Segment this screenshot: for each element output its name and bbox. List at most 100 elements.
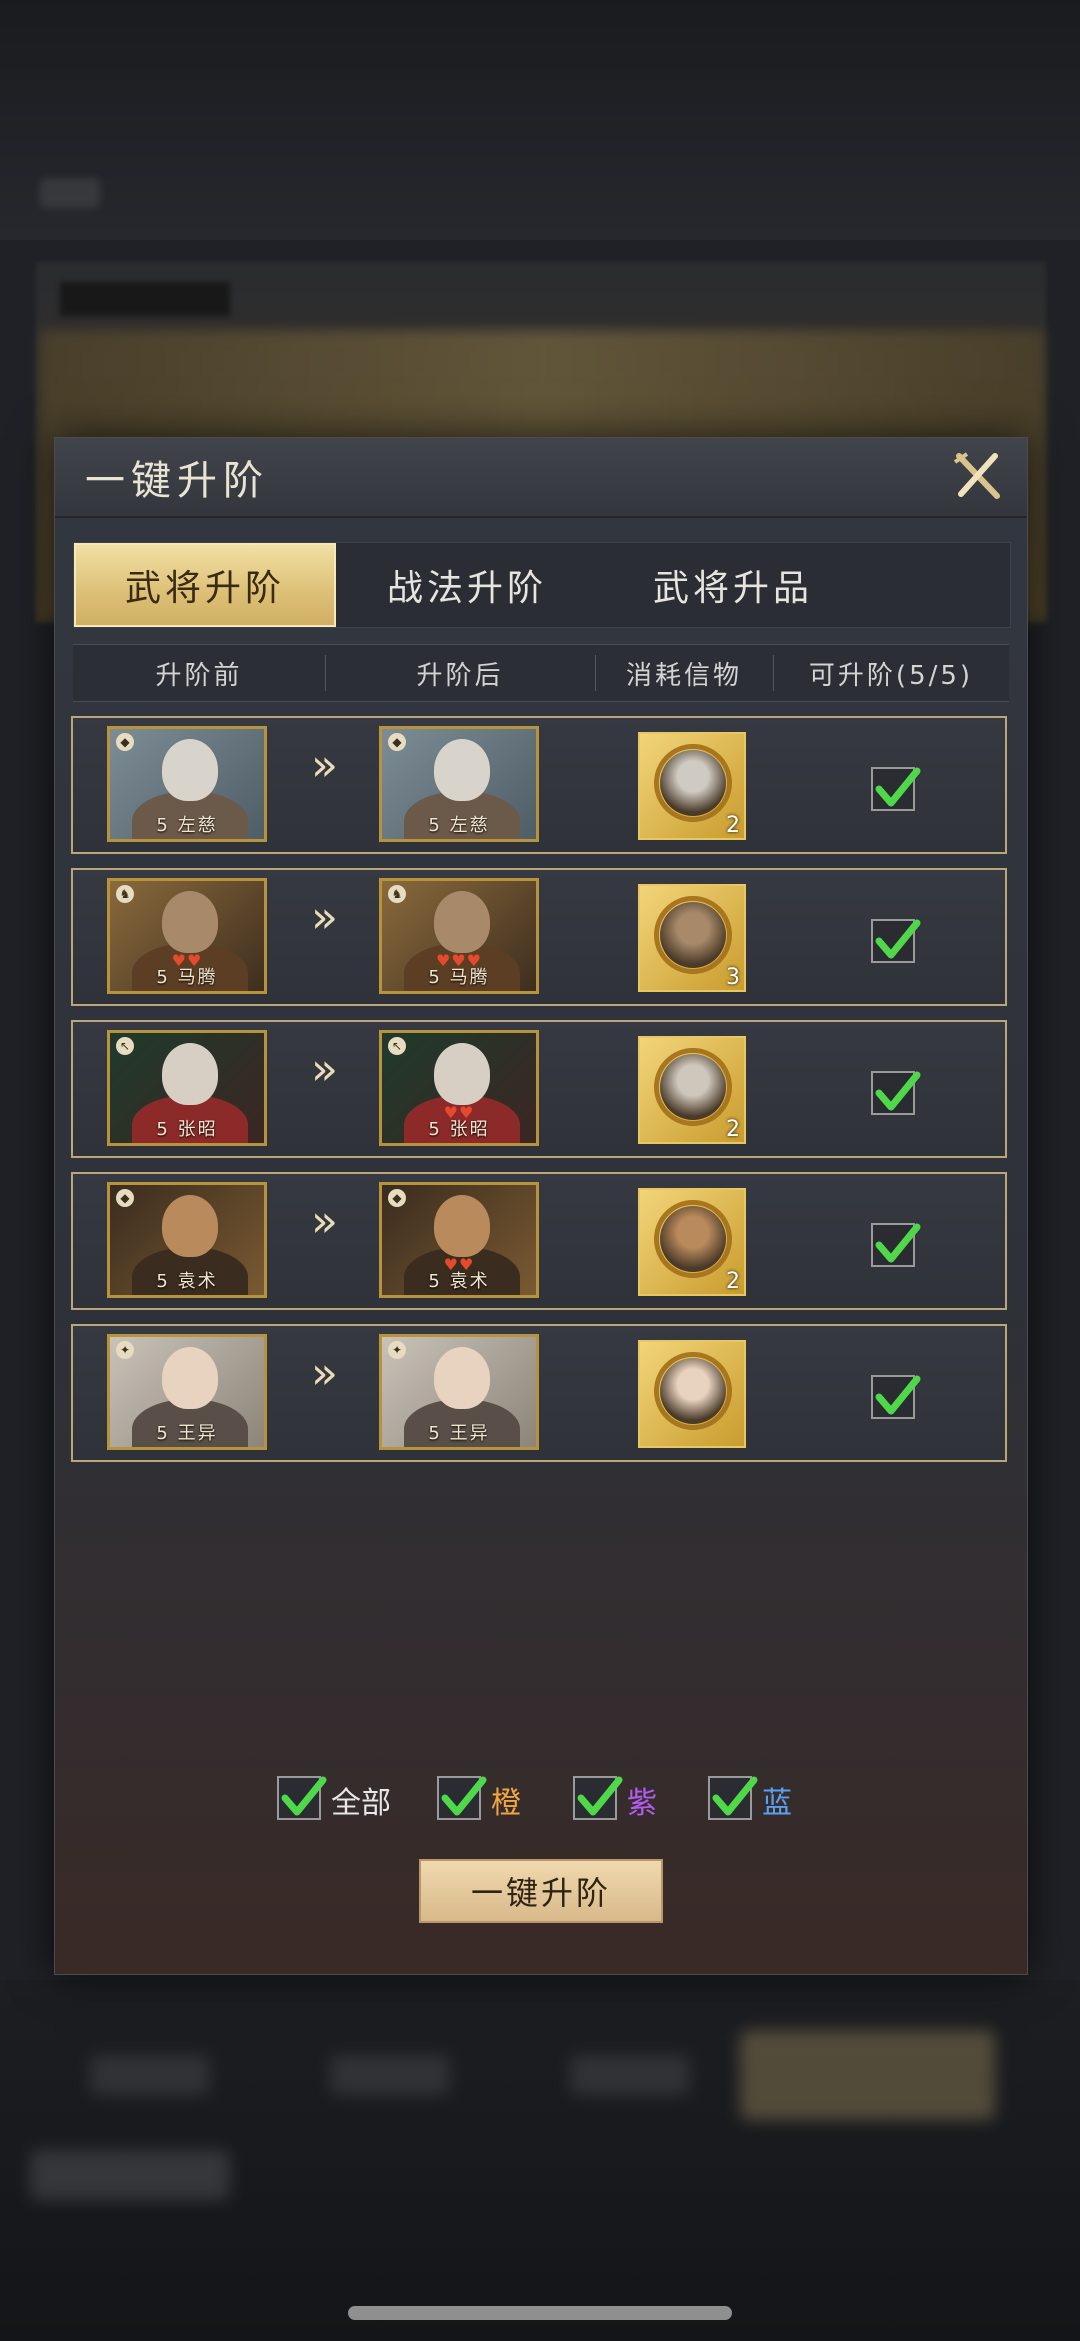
tab-tactic-upgrade[interactable]: 战法升阶 bbox=[336, 543, 598, 627]
close-icon bbox=[953, 452, 1000, 499]
row-checkbox[interactable] bbox=[871, 1375, 921, 1419]
background-tab-blur bbox=[90, 2055, 210, 2095]
general-name-label: 5 王异 bbox=[428, 1423, 490, 1444]
portrait-head bbox=[434, 1195, 490, 1257]
shield-icon: ◆ bbox=[116, 1189, 134, 1207]
card-after[interactable]: ✦ 5 王异 bbox=[379, 1334, 539, 1450]
token-count: 2 bbox=[726, 1117, 740, 1142]
double-chevron-icon: » bbox=[311, 892, 338, 943]
tab-general-grade[interactable]: 武将升品 bbox=[602, 543, 864, 627]
row-checkbox[interactable] bbox=[871, 1071, 921, 1115]
table-header: 升阶前 升阶后 消耗信物 可升阶(5/5) bbox=[73, 644, 1009, 702]
portrait-head bbox=[162, 1043, 218, 1105]
portrait-head bbox=[434, 739, 490, 801]
header-cost: 消耗信物 bbox=[625, 660, 742, 691]
dialog-title: 一键升阶 bbox=[85, 458, 269, 504]
row-checkbox[interactable] bbox=[871, 919, 921, 963]
token-ring bbox=[654, 896, 732, 974]
token-ring bbox=[654, 1352, 732, 1430]
dialog-header: 一键升阶 bbox=[55, 438, 1027, 518]
double-chevron-icon: » bbox=[311, 740, 338, 791]
check-icon bbox=[875, 1223, 921, 1263]
portrait-head bbox=[162, 1347, 218, 1409]
portrait-head bbox=[162, 891, 218, 953]
spear-icon: ✦ bbox=[116, 1341, 134, 1359]
token-count: 2 bbox=[726, 813, 740, 838]
general-name-label: 5 王异 bbox=[156, 1423, 218, 1444]
check-icon bbox=[875, 1071, 921, 1111]
token-count: 2 bbox=[726, 1269, 740, 1294]
token-item[interactable] bbox=[638, 1340, 746, 1448]
card-before[interactable]: ◆ 5 左慈 bbox=[107, 726, 267, 842]
upgrade-row[interactable]: ✦ 5 王异 » ✦ 5 王异 bbox=[71, 1324, 1007, 1462]
check-icon bbox=[712, 1776, 758, 1816]
check-icon bbox=[441, 1776, 487, 1816]
check-icon bbox=[577, 1776, 623, 1816]
check-icon bbox=[875, 1375, 921, 1415]
filter-checkbox[interactable] bbox=[708, 1776, 758, 1820]
filter-label: 橙 bbox=[491, 1786, 521, 1821]
general-name-label: 5 张昭 bbox=[428, 1119, 490, 1140]
card-after[interactable]: ↖ ♥♥ 5 张昭 bbox=[379, 1030, 539, 1146]
header-available: 可升阶(5/5) bbox=[808, 660, 974, 691]
upgrade-dialog: 一键升阶 武将升阶 战法升阶 武将升品 升阶前 升阶后 消耗信物 可升阶(5/5… bbox=[54, 437, 1028, 1975]
token-item[interactable]: 2 bbox=[638, 1188, 746, 1296]
token-item[interactable]: 3 bbox=[638, 884, 746, 992]
token-item[interactable]: 2 bbox=[638, 732, 746, 840]
filter-label: 全部 bbox=[331, 1786, 391, 1821]
background-chip-blur bbox=[30, 2150, 230, 2200]
portrait-head bbox=[434, 1043, 490, 1105]
row-checkbox[interactable] bbox=[871, 1223, 921, 1267]
shield-icon: ◆ bbox=[388, 1189, 406, 1207]
background-top bbox=[0, 0, 1080, 240]
home-indicator[interactable] bbox=[348, 2306, 732, 2320]
double-chevron-icon: » bbox=[311, 1348, 338, 1399]
shield-icon: ◆ bbox=[116, 733, 134, 751]
upgrade-row[interactable]: ◆ 5 左慈 » ◆ 5 左慈 2 bbox=[71, 716, 1007, 854]
tab-general-upgrade[interactable]: 武将升阶 bbox=[74, 543, 336, 627]
portrait-head bbox=[162, 1195, 218, 1257]
general-name-label: 5 左慈 bbox=[428, 815, 490, 836]
background-tab-blur bbox=[570, 2055, 690, 2095]
portrait-head bbox=[434, 1347, 490, 1409]
portrait-head bbox=[162, 739, 218, 801]
background-title-blur bbox=[40, 178, 100, 208]
card-after[interactable]: ♞ ♥♥♥ 5 马腾 bbox=[379, 878, 539, 994]
token-count: 3 bbox=[726, 965, 740, 990]
general-name-label: 5 袁术 bbox=[156, 1271, 218, 1292]
double-chevron-icon: » bbox=[311, 1196, 338, 1247]
background-tab-blur bbox=[330, 2055, 450, 2095]
bow-icon: ↖ bbox=[388, 1037, 406, 1055]
row-checkbox[interactable] bbox=[871, 767, 921, 811]
card-before[interactable]: ↖ 5 张昭 bbox=[107, 1030, 267, 1146]
general-name-label: 5 张昭 bbox=[156, 1119, 218, 1140]
check-icon bbox=[875, 919, 921, 959]
general-name-label: 5 袁术 bbox=[428, 1271, 490, 1292]
background-card-label bbox=[60, 282, 230, 316]
filter-checkbox[interactable] bbox=[573, 1776, 623, 1820]
token-ring bbox=[654, 1200, 732, 1278]
background-button-blur bbox=[740, 2030, 995, 2120]
one-click-upgrade-button[interactable]: 一键升阶 bbox=[419, 1859, 663, 1923]
token-ring bbox=[654, 1048, 732, 1126]
check-icon bbox=[281, 1776, 327, 1816]
card-after[interactable]: ◆ ♥♥ 5 袁术 bbox=[379, 1182, 539, 1298]
shield-icon: ◆ bbox=[388, 733, 406, 751]
upgrade-row[interactable]: ↖ 5 张昭 » ↖ ♥♥ 5 张昭 2 bbox=[71, 1020, 1007, 1158]
card-before[interactable]: ✦ 5 王异 bbox=[107, 1334, 267, 1450]
card-before[interactable]: ◆ 5 袁术 bbox=[107, 1182, 267, 1298]
card-after[interactable]: ◆ 5 左慈 bbox=[379, 726, 539, 842]
portrait-head bbox=[434, 891, 490, 953]
check-icon bbox=[875, 767, 921, 807]
upgrade-row[interactable]: ◆ 5 袁术 » ◆ ♥♥ 5 袁术 2 bbox=[71, 1172, 1007, 1310]
double-chevron-icon: » bbox=[311, 1044, 338, 1095]
quality-filters: 全部 橙 紫 蓝 bbox=[55, 1768, 1027, 1824]
close-button[interactable] bbox=[949, 448, 1005, 504]
token-ring bbox=[654, 744, 732, 822]
token-item[interactable]: 2 bbox=[638, 1036, 746, 1144]
general-name-label: 5 马腾 bbox=[156, 967, 218, 988]
filter-checkbox[interactable] bbox=[437, 1776, 487, 1820]
upgrade-row[interactable]: ♞ ♥♥ 5 马腾 » ♞ ♥♥♥ 5 马腾 3 bbox=[71, 868, 1007, 1006]
card-before[interactable]: ♞ ♥♥ 5 马腾 bbox=[107, 878, 267, 994]
filter-checkbox[interactable] bbox=[277, 1776, 327, 1820]
